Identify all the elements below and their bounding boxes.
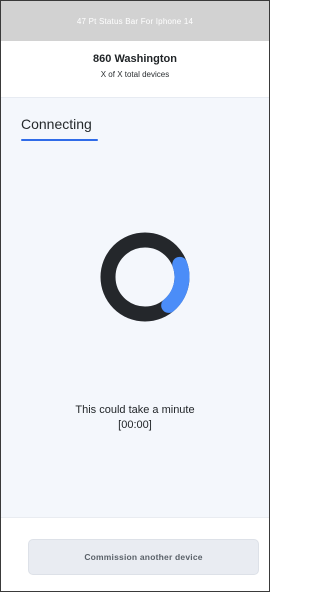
footer: Commission another device <box>1 517 269 591</box>
commission-another-device-button[interactable]: Commission another device <box>28 539 259 575</box>
status-bar: 47 Pt Status Bar For Iphone 14 <box>1 1 269 41</box>
loading-spinner <box>100 232 190 322</box>
status-bar-label: 47 Pt Status Bar For Iphone 14 <box>76 16 194 26</box>
device-count-subtitle: X of X total devices <box>100 70 170 79</box>
header: 860 Washington X of X total devices <box>1 41 269 97</box>
active-tab-indicator <box>21 139 98 141</box>
main-content: Connecting This could take a minute [00:… <box>1 97 269 518</box>
wait-message: This could take a minute <box>75 404 195 416</box>
spinner-progress-arc <box>161 256 190 313</box>
elapsed-timer: [00:00] <box>118 419 152 431</box>
status-message: This could take a minute [00:00] <box>1 403 269 433</box>
tab-connecting[interactable]: Connecting <box>21 116 92 132</box>
phone-screen: 47 Pt Status Bar For Iphone 14 860 Washi… <box>0 0 270 592</box>
page-title: 860 Washington <box>93 53 177 65</box>
